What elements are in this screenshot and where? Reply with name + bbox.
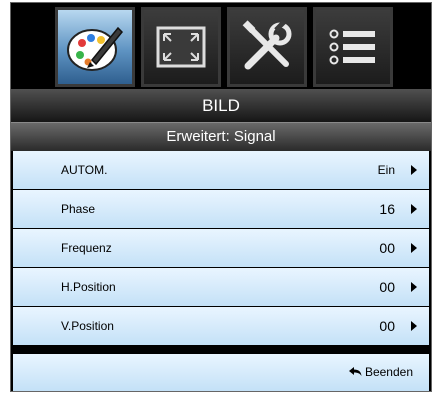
tools-icon (242, 20, 292, 70)
row-label: H.Position (61, 280, 116, 294)
screen-fit-icon (156, 26, 206, 68)
row-value: 00 (379, 240, 395, 256)
menu-footer: Beenden (13, 354, 429, 391)
row-value: 16 (379, 201, 395, 217)
menu-subtitle: Erweitert: Signal (11, 122, 431, 151)
tab-setup[interactable] (227, 7, 307, 87)
row-h-position[interactable]: H.Position 00 (13, 268, 429, 306)
arrow-right-icon[interactable] (411, 282, 417, 292)
osd-menu: BILD Erweitert: Signal AUTOM. Ein Phase … (10, 2, 432, 392)
arrow-right-icon[interactable] (411, 321, 417, 331)
row-autom[interactable]: AUTOM. Ein (13, 151, 429, 189)
options-list-icon (329, 29, 375, 65)
row-v-position[interactable]: V.Position 00 (13, 307, 429, 345)
row-value: Ein (377, 163, 395, 177)
back-arrow-icon (348, 367, 362, 376)
row-label: V.Position (61, 319, 114, 333)
row-label: Phase (61, 202, 96, 216)
palette-icon (67, 26, 124, 71)
row-phase[interactable]: Phase 16 (13, 190, 429, 228)
menu-tabs (11, 3, 431, 89)
row-label: Frequenz (61, 241, 112, 255)
arrow-right-icon[interactable] (411, 204, 417, 214)
row-value: 00 (379, 279, 395, 295)
exit-label: Beenden (364, 365, 413, 379)
exit-button[interactable]: Beenden (348, 354, 413, 391)
tab-display[interactable] (141, 7, 221, 87)
settings-list: AUTOM. Ein Phase 16 Frequenz 00 H.Positi… (13, 151, 429, 346)
row-label: AUTOM. (61, 163, 108, 177)
arrow-right-icon[interactable] (411, 243, 417, 253)
menu-title: BILD (11, 89, 431, 122)
tab-picture[interactable] (55, 7, 135, 87)
tab-options[interactable] (313, 7, 393, 87)
row-frequenz[interactable]: Frequenz 00 (13, 229, 429, 267)
arrow-right-icon[interactable] (411, 165, 417, 175)
row-value: 00 (379, 318, 395, 334)
